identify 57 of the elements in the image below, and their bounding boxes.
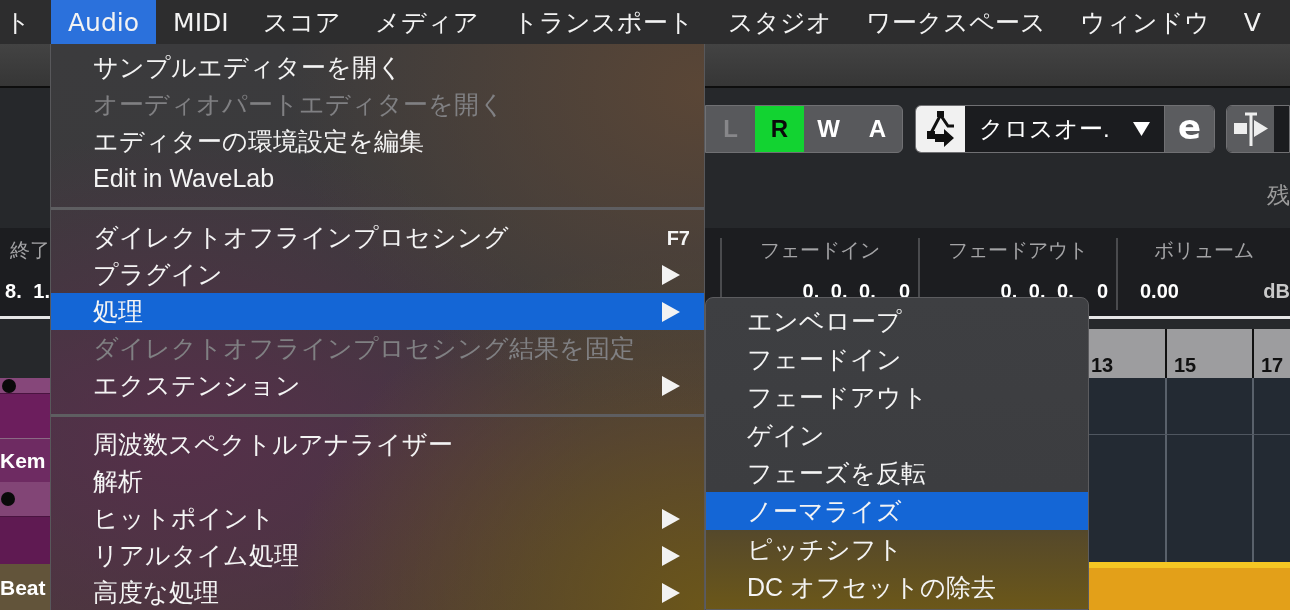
menu-item[interactable]: ヒットポイント [51, 500, 704, 537]
routing-arrow-icon [925, 111, 956, 147]
info-line-header: フェードイン [760, 240, 880, 260]
submenu-item[interactable]: エンベロープ [706, 302, 1088, 340]
menu-bar-item[interactable]: トランスポート [495, 0, 711, 44]
unit-label: dB [1263, 281, 1290, 301]
submenu-item[interactable]: フェードイン [706, 340, 1088, 378]
menu-item[interactable]: 解析 [51, 463, 704, 500]
split-arrow-icon [1233, 112, 1268, 146]
split-button[interactable] [1227, 106, 1274, 152]
menu-item[interactable]: ダイレクトオフラインプロセシング F7 [51, 219, 704, 256]
menu-item[interactable]: サンプルエディターを開く [51, 49, 704, 86]
crossfade-mode-button[interactable] [916, 106, 965, 152]
track-name: Kem [0, 450, 46, 471]
bar-number: 13 [1091, 355, 1114, 375]
menu-bar-item[interactable]: ワークスペース [848, 0, 1063, 44]
shortcut-label: F7 [666, 227, 690, 248]
menu-bar-item[interactable]: スタジオ [710, 0, 849, 44]
menu-bar-item[interactable]: ト [0, 0, 51, 44]
menu-bar-item[interactable]: スコア [245, 0, 358, 44]
menu-item[interactable]: エディターの環境設定を編集 [51, 123, 704, 160]
automation-button[interactable]: A [853, 106, 902, 152]
submenu-item[interactable]: フェーズを反転 [706, 454, 1088, 492]
automation-button[interactable]: W [804, 106, 853, 152]
info-line-header: フェードアウト [948, 240, 1088, 260]
menu-item[interactable]: 周波数スペクトルアナライザー [51, 426, 704, 463]
remaining-label: 残 [1267, 184, 1290, 207]
dot-icon [1, 492, 15, 506]
bar-number: 17 [1261, 355, 1284, 375]
info-line-header: ボリューム [1154, 240, 1254, 260]
automation-button[interactable]: R [755, 106, 804, 152]
menu-bar-item[interactable]: MIDI [156, 0, 246, 44]
caret-down-icon [1133, 122, 1150, 136]
info-line-header: 終了 [10, 240, 50, 260]
submenu-item[interactable]: ノーマライズ [706, 492, 1088, 530]
submenu-item[interactable]: DC オフセットの除去 [706, 568, 1088, 606]
menu-item[interactable]: リアルタイム処理 [51, 537, 704, 574]
dot-icon [2, 378, 16, 393]
menu-bar-item[interactable]: ウィンドウ [1062, 0, 1227, 44]
track-name: Beat [0, 576, 46, 598]
menu-bar-item[interactable]: V [1226, 0, 1265, 44]
crossfade-dropdown[interactable]: クロスオー. [965, 106, 1164, 152]
track-header [0, 516, 50, 564]
info-line-value: 0.00 [1140, 281, 1179, 301]
edit-button[interactable]: e [1164, 106, 1214, 152]
menu-bar-item[interactable]: メディア [357, 0, 496, 44]
submenu-item[interactable]: ピッチシフト [706, 530, 1088, 568]
menu-item[interactable]: 処理 [51, 293, 704, 330]
menu-bar-item[interactable]: Audio [51, 0, 157, 44]
menu-item[interactable]: 高度な処理 [51, 574, 704, 610]
menu-item[interactable]: Edit in WaveLab [51, 160, 704, 197]
menu-item[interactable]: プラグイン [51, 256, 704, 293]
bar-number: 15 [1174, 355, 1197, 375]
submenu-item[interactable]: フェードアウト [706, 378, 1088, 416]
info-line-value: 8. 1. [5, 281, 50, 301]
menu-item[interactable]: エクステンション [51, 367, 704, 404]
submenu-item[interactable]: ゲイン [706, 416, 1088, 454]
